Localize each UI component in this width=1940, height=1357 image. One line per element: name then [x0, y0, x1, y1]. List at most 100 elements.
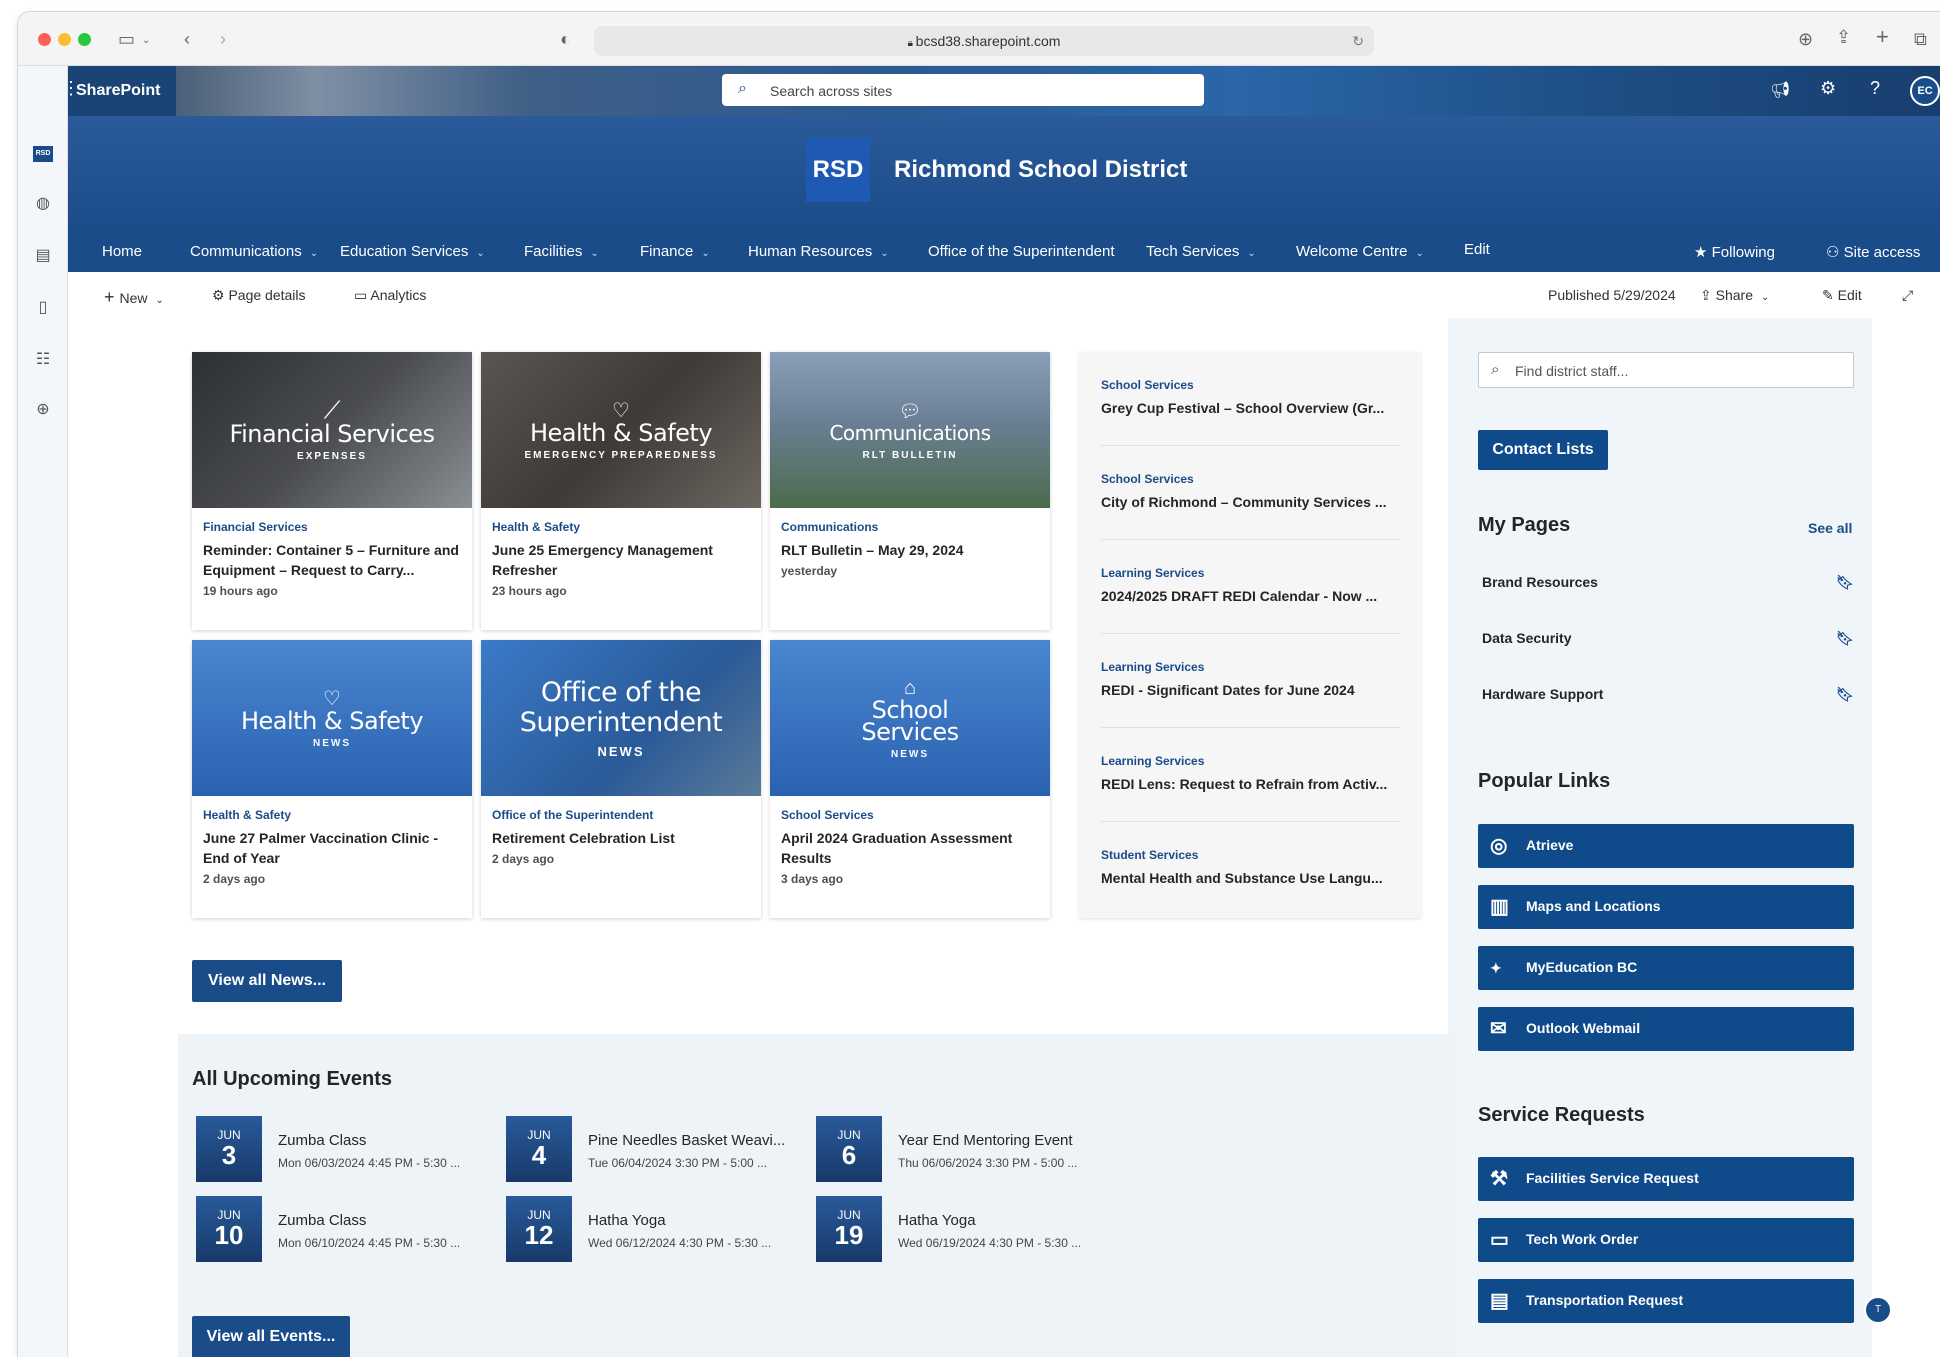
event-item[interactable]: JUN 12 Hatha Yoga Wed 06/12/2024 4:30 PM - … [506, 1196, 806, 1264]
share-button[interactable]: ⇪ Share ⌄ [1700, 287, 1769, 304]
news-icon[interactable]: ▤ [33, 246, 53, 266]
link-outlook-webmail[interactable]: ✉ Outlook Webmail [1478, 1007, 1854, 1051]
nav-tech-services[interactable]: Tech Services ⌄ [1146, 243, 1256, 260]
following-button[interactable]: ★ Following [1694, 243, 1775, 261]
news-card[interactable]: ♡ Health & Safety NEWS Health & Safety J… [192, 640, 472, 918]
event-title[interactable]: Zumba Class [278, 1212, 366, 1229]
event-title[interactable]: Hatha Yoga [898, 1212, 976, 1229]
new-button[interactable]: + New ⌄ [104, 287, 164, 308]
list-icon[interactable]: ☷ [33, 350, 53, 370]
page-details-button[interactable]: ⚙ Page details [212, 287, 306, 304]
back-icon[interactable]: ‹ [184, 30, 190, 48]
news-list-title[interactable]: 2024/2025 DRAFT REDI Calendar - Now ... [1101, 588, 1401, 604]
news-list-title[interactable]: Mental Health and Substance Use Langu... [1101, 870, 1401, 886]
forward-icon[interactable]: › [220, 30, 226, 48]
event-title[interactable]: Zumba Class [278, 1132, 366, 1149]
file-icon[interactable]: ▯ [33, 298, 53, 318]
event-title[interactable]: Pine Needles Basket Weavi... [588, 1132, 785, 1149]
staff-search-box[interactable]: ⌕ Find district staff... [1478, 352, 1854, 388]
shield-icon[interactable]: ◐ [560, 30, 571, 48]
news-list-title[interactable]: Grey Cup Festival – School Overview (Gr.… [1101, 400, 1401, 416]
news-card-title[interactable]: Retirement Celebration List [492, 828, 750, 848]
bookmark-icon[interactable]: 🔖︎ [1836, 630, 1854, 647]
list-item[interactable]: Student Services Mental Health and Substa… [1101, 822, 1401, 916]
my-page-item[interactable]: Hardware Support 🔖︎ [1482, 686, 1854, 702]
nav-welcome-centre[interactable]: Welcome Centre ⌄ [1296, 243, 1424, 260]
event-item[interactable]: JUN 3 Zumba Class Mon 06/03/2024 4:45 PM - … [196, 1116, 496, 1184]
event-item[interactable]: JUN 6 Year End Mentoring Event Thu 06/06/20… [816, 1116, 1116, 1184]
request-transportation[interactable]: ▤ Transportation Request [1478, 1279, 1854, 1323]
link-myeducation-bc[interactable]: ✦ MyEducation BC [1478, 946, 1854, 990]
list-item[interactable]: Learning Services 2024/2025 DRAFT REDI Ca… [1101, 540, 1401, 634]
address-bar[interactable]: 🔒︎ bcsd38.sharepoint.com ↻ [594, 26, 1374, 56]
news-card-title[interactable]: June 25 Emergency Management Refresher [492, 540, 750, 580]
tabs-overview-icon[interactable]: ⧉ [1914, 30, 1927, 48]
site-title[interactable]: Richmond School District [894, 156, 1187, 184]
gear-icon[interactable]: ⚙ [1820, 78, 1836, 99]
news-card-title[interactable]: April 2024 Graduation Assessment Results [781, 828, 1039, 868]
site-access-button[interactable]: ⚇ Site access [1826, 243, 1920, 261]
event-title[interactable]: Hatha Yoga [588, 1212, 666, 1229]
news-list-title[interactable]: REDI - Significant Dates for June 2024 [1101, 682, 1401, 698]
global-search-box[interactable]: ⌕ Search across sites [722, 74, 1204, 106]
add-icon[interactable]: ⊕ [33, 400, 53, 420]
chevron-down-icon[interactable]: ⌄ [142, 32, 150, 50]
request-tech-work-order[interactable]: ▭ Tech Work Order [1478, 1218, 1854, 1262]
share-icon[interactable]: ⇪ [1836, 28, 1851, 46]
close-window-button[interactable] [38, 33, 51, 46]
bookmark-icon[interactable]: 🔖︎ [1836, 686, 1854, 703]
news-card[interactable]: ⌂ School Services NEWS School Services A… [770, 640, 1050, 918]
nav-office-superintendent[interactable]: Office of the Superintendent [928, 243, 1115, 260]
list-item[interactable]: School Services City of Richmond – Commun… [1101, 446, 1401, 540]
view-all-news-button[interactable]: View all News... [192, 960, 342, 1002]
nav-facilities[interactable]: Facilities ⌄ [524, 243, 599, 260]
see-all-link[interactable]: See all [1808, 520, 1852, 536]
news-card-title[interactable]: RLT Bulletin – May 29, 2024 [781, 540, 1039, 560]
avatar[interactable]: EC [1910, 76, 1940, 106]
megaphone-icon[interactable]: 📢︎ [1770, 80, 1790, 100]
globe-icon[interactable]: ◍ [33, 194, 53, 214]
nav-edit[interactable]: Edit [1464, 241, 1490, 258]
view-all-events-button[interactable]: View all Events... [192, 1316, 350, 1357]
zoom-window-button[interactable] [78, 33, 91, 46]
site-logo[interactable]: RSD [806, 138, 870, 202]
nav-finance[interactable]: Finance ⌄ [640, 243, 710, 260]
download-icon[interactable]: ⊕ [1798, 30, 1813, 48]
news-card[interactable]: Office of the Superintendent NEWS Office… [481, 640, 761, 918]
expand-icon[interactable]: ⤢ [1902, 287, 1913, 304]
event-item[interactable]: JUN 4 Pine Needles Basket Weavi... Tue 06/0… [506, 1116, 806, 1184]
my-page-item[interactable]: Brand Resources 🔖︎ [1482, 574, 1854, 590]
news-list-title[interactable]: REDI Lens: Request to Refrain from Activ… [1101, 776, 1401, 792]
bookmark-icon[interactable]: 🔖︎ [1836, 574, 1854, 591]
event-item[interactable]: JUN 10 Zumba Class Mon 06/10/2024 4:45 PM -… [196, 1196, 496, 1264]
help-icon[interactable]: ? [1870, 78, 1880, 99]
staff-search-input[interactable]: Find district staff... [1515, 363, 1628, 379]
news-card-title[interactable]: Reminder: Container 5 – Furniture and Eq… [203, 540, 461, 580]
news-card[interactable]: ⟋ Financial Services EXPENSES Financial … [192, 352, 472, 630]
news-card[interactable]: 💬︎ Communications RLT BULLETIN Communica… [770, 352, 1050, 630]
site-logo-icon[interactable]: RSD [33, 146, 53, 162]
news-card-title[interactable]: June 27 Palmer Vaccination Clinic - End … [203, 828, 461, 868]
app-name[interactable]: SharePoint [76, 82, 160, 100]
teams-chat-icon[interactable]: T [1864, 1296, 1892, 1324]
news-list-title[interactable]: City of Richmond – Community Services ..… [1101, 494, 1401, 510]
event-item[interactable]: JUN 19 Hatha Yoga Wed 06/19/2024 4:30 PM - … [816, 1196, 1116, 1264]
nav-education-services[interactable]: Education Services ⌄ [340, 243, 485, 260]
reload-icon[interactable]: ↻ [1352, 26, 1364, 56]
list-item[interactable]: School Services Grey Cup Festival – Schoo… [1101, 352, 1401, 446]
analytics-button[interactable]: ▭ Analytics [354, 287, 426, 304]
edit-button[interactable]: ✎ Edit [1822, 287, 1862, 304]
sidebar-toggle-icon[interactable]: ▭ [118, 30, 135, 48]
list-item[interactable]: Learning Services REDI - Significant Date… [1101, 634, 1401, 728]
request-facilities[interactable]: ⚒ Facilities Service Request [1478, 1157, 1854, 1201]
nav-home[interactable]: Home [102, 243, 142, 260]
minimize-window-button[interactable] [58, 33, 71, 46]
list-item[interactable]: Learning Services REDI Lens: Request to R… [1101, 728, 1401, 822]
global-search-input[interactable]: Search across sites [770, 83, 892, 99]
news-card[interactable]: ♡ Health & Safety EMERGENCY PREPAREDNESS… [481, 352, 761, 630]
link-atrieve[interactable]: ◎ Atrieve [1478, 824, 1854, 868]
event-title[interactable]: Year End Mentoring Event [898, 1132, 1073, 1149]
nav-communications[interactable]: Communications ⌄ [190, 243, 318, 260]
link-maps-locations[interactable]: ▥ Maps and Locations [1478, 885, 1854, 929]
nav-human-resources[interactable]: Human Resources ⌄ [748, 243, 889, 260]
